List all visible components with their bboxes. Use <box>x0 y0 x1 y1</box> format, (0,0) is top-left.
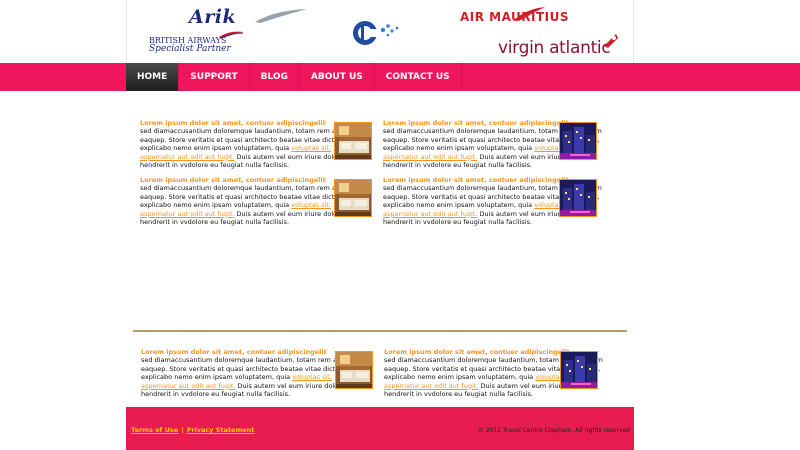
article-block: Lorem ipsum dolor sit amet, contuer adip… <box>140 119 360 169</box>
copyright-text: © 2012 Travel Centre Clapham. All rights… <box>477 427 630 434</box>
nav-item-about-us[interactable]: ABOUT US <box>300 63 375 91</box>
arik-wing-icon <box>255 9 307 23</box>
city-night-image[interactable] <box>560 351 598 389</box>
footer-separator: | <box>181 426 184 434</box>
bedroom-photo <box>336 352 372 388</box>
nav-item-blog[interactable]: BLOG <box>250 63 300 91</box>
article-title[interactable]: Lorem ipsum dolor sit amet, contuer adip… <box>140 176 360 184</box>
city-photo <box>560 180 596 216</box>
bedroom-photo <box>335 123 371 159</box>
section-divider <box>133 330 627 332</box>
virgin-flag-icon <box>604 34 618 48</box>
city-photo <box>561 352 597 388</box>
nav-item-home[interactable]: HOME <box>126 63 180 91</box>
main-nav: HOME SUPPORT BLOG ABOUT US CONTACT US <box>126 63 462 91</box>
city-photo <box>560 123 596 159</box>
hotel-bedroom-image[interactable] <box>334 179 372 217</box>
ba-ribbon-icon <box>219 31 243 39</box>
hotel-bedroom-image[interactable] <box>334 122 372 160</box>
virgin-atlantic-logo: virgin atlantic <box>498 38 611 58</box>
nav-bar: HOME SUPPORT BLOG ABOUT US CONTACT US <box>0 63 800 91</box>
arik-logo: Arik <box>189 6 237 28</box>
nav-item-contact-us[interactable]: CONTACT US <box>375 63 462 91</box>
footer: Terms of Use | Privacy Statement © 2012 Tr… <box>126 407 634 450</box>
article-block: Lorem ipsum dolor sit amet, contuer adip… <box>141 348 361 398</box>
footer-links: Terms of Use | Privacy Statement <box>131 426 254 434</box>
hotel-bedroom-image[interactable] <box>335 351 373 389</box>
terms-of-use-link[interactable]: Terms of Use <box>131 426 178 434</box>
bedroom-photo <box>335 180 371 216</box>
header-logos: Arik BRITISH AIRWAYS Specialist Partner … <box>126 0 634 63</box>
article-block: Lorem ipsum dolor sit amet, contuer adip… <box>140 176 360 226</box>
icc-logo <box>353 21 399 45</box>
article-title[interactable]: Lorem ipsum dolor sit amet, contuer adip… <box>141 348 361 356</box>
air-mauritius-wing-icon <box>515 7 545 21</box>
city-night-image[interactable] <box>559 122 597 160</box>
nav-item-support[interactable]: SUPPORT <box>179 63 250 91</box>
ba-subtitle: Specialist Partner <box>149 44 231 54</box>
privacy-statement-link[interactable]: Privacy Statement <box>187 426 255 434</box>
city-night-image[interactable] <box>559 179 597 217</box>
article-title[interactable]: Lorem ipsum dolor sit amet, contuer adip… <box>140 119 360 127</box>
